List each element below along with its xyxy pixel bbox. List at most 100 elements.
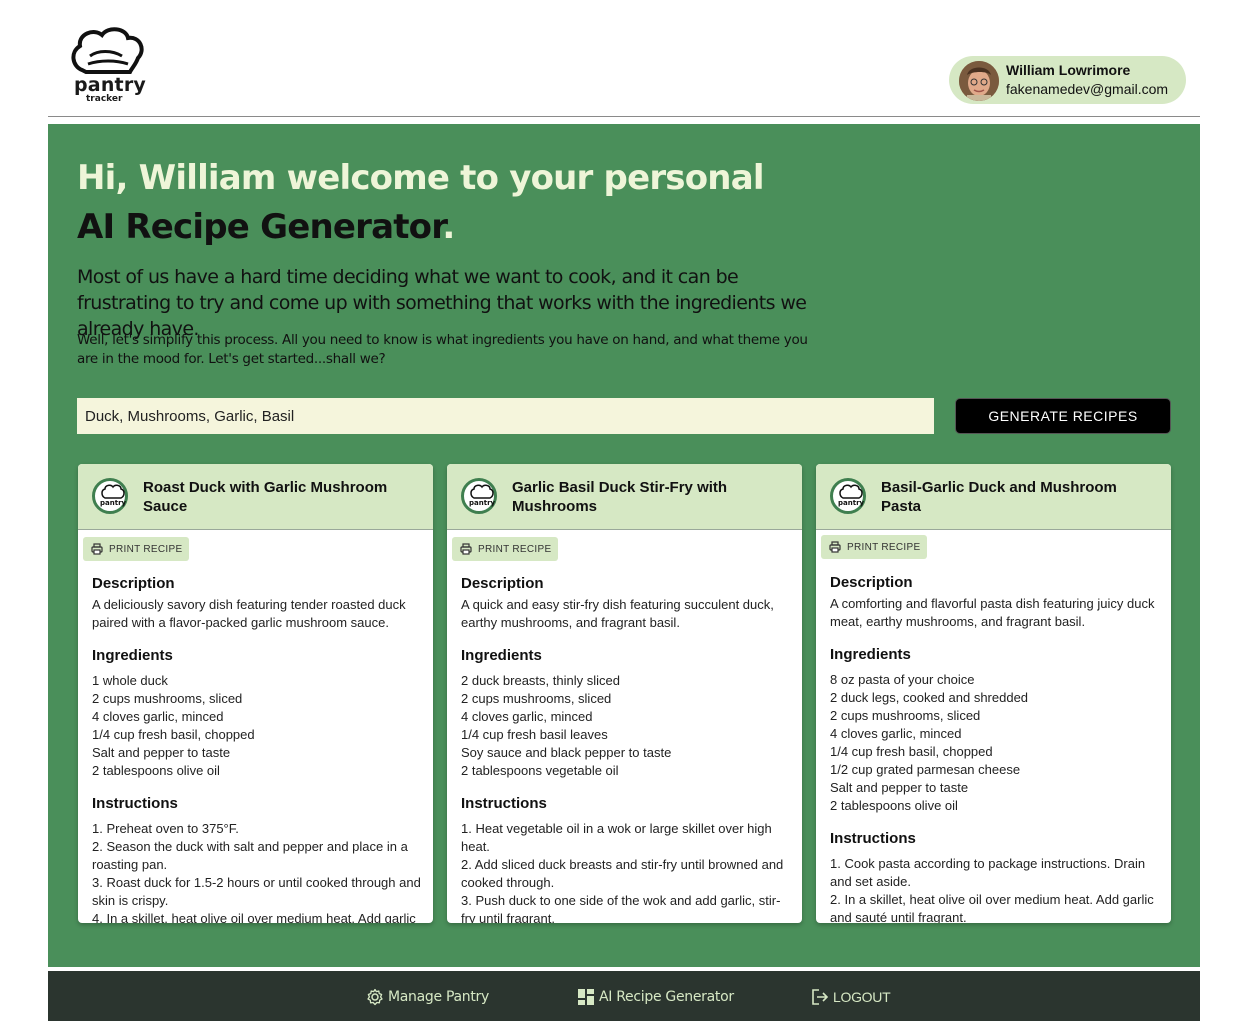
- list-item: 2 tablespoons olive oil: [830, 798, 958, 813]
- printer-icon: [460, 543, 472, 555]
- title-suffix: .: [442, 207, 455, 247]
- list-item: 2 duck legs, cooked and shredded: [830, 690, 1029, 705]
- list-item: 4 cloves garlic, minced: [461, 709, 593, 724]
- recipe-description: A comforting and flavorful pasta dish fe…: [830, 596, 1155, 629]
- list-item: 1/4 cup fresh basil, chopped: [92, 727, 255, 742]
- recipe-card-header: pantry Basil-Garlic Duck and Mushroom Pa…: [816, 464, 1171, 530]
- list-item: 2 duck breasts, thinly sliced: [461, 673, 620, 688]
- list-item: Salt and pepper to taste: [92, 745, 231, 760]
- pantry-tracker-logo[interactable]: pantry tracker: [68, 26, 148, 106]
- user-email: fakenamedev@gmail.com: [1006, 81, 1169, 97]
- list-item: Soy sauce and black pepper to taste: [461, 745, 672, 760]
- instructions-list: 1. Cook pasta according to package instr…: [830, 855, 1160, 923]
- print-label: PRINT RECIPE: [847, 541, 921, 553]
- list-item: 4 cloves garlic, minced: [92, 709, 224, 724]
- printer-icon: [91, 543, 103, 555]
- list-item: 1/2 cup grated parmesan cheese: [830, 762, 1021, 777]
- recipe-description: A deliciously savory dish featuring tend…: [92, 597, 406, 630]
- description-heading: Description: [830, 574, 913, 591]
- logo-text: pantry: [74, 74, 146, 96]
- recipe-description: A quick and easy stir-fry dish featuring…: [461, 597, 774, 630]
- list-item: 1. Cook pasta according to package instr…: [830, 856, 1146, 889]
- ingredients-input[interactable]: [77, 398, 934, 434]
- list-item: 1. Heat vegetable oil in a wok or large …: [461, 821, 772, 854]
- ingredients-heading: Ingredients: [92, 647, 173, 664]
- list-item: 3. Roast duck for 1.5-2 hours or until c…: [92, 875, 421, 908]
- logout-label: LOGOUT: [833, 989, 891, 1005]
- recipe-card-header: pantry Roast Duck with Garlic Mushroom S…: [78, 464, 433, 530]
- pantry-logo-icon: pantry: [92, 478, 128, 514]
- user-name: William Lowrimore: [1006, 62, 1131, 78]
- avatar: [959, 61, 999, 101]
- list-item: 2 cups mushrooms, sliced: [461, 691, 612, 706]
- list-item: 8 oz pasta of your choice: [830, 672, 975, 687]
- list-item: 4. In a skillet, heat olive oil over med…: [92, 911, 416, 923]
- logo-subtext: tracker: [86, 94, 123, 104]
- nav-ai-recipe-generator[interactable]: AI Recipe Generator: [577, 987, 734, 1007]
- recipe-card: pantry Roast Duck with Garlic Mushroom S…: [78, 464, 433, 923]
- list-item: 1. Preheat oven to 375°F.: [92, 821, 239, 836]
- print-recipe-button[interactable]: PRINT RECIPE: [821, 535, 928, 559]
- print-label: PRINT RECIPE: [109, 543, 183, 555]
- title-emphasis: AI Recipe Generator: [77, 207, 443, 247]
- recipe-body: Description A quick and easy stir-fry di…: [461, 575, 791, 923]
- pantry-logo-icon: pantry: [461, 478, 497, 514]
- print-recipe-button[interactable]: PRINT RECIPE: [452, 537, 559, 561]
- list-item: 2. Season the duck with salt and pepper …: [92, 839, 408, 872]
- logo-mini-text: pantry: [838, 499, 865, 507]
- list-item: 1/4 cup fresh basil leaves: [461, 727, 608, 742]
- ingredients-heading: Ingredients: [461, 647, 542, 664]
- list-item: 1 whole duck: [92, 673, 168, 688]
- description-heading: Description: [92, 575, 175, 592]
- list-item: 2 cups mushrooms, sliced: [830, 708, 981, 723]
- recipe-title: Roast Duck with Garlic Mushroom Sauce: [143, 479, 388, 515]
- instructions-heading: Instructions: [92, 795, 178, 812]
- gear-icon: [367, 988, 383, 1006]
- instructions-heading: Instructions: [461, 795, 547, 812]
- list-item: 4 cloves garlic, minced: [830, 726, 962, 741]
- recipe-body: Description A comforting and flavorful p…: [830, 574, 1160, 923]
- ingredients-list: 8 oz pasta of your choice 2 duck legs, c…: [830, 671, 1160, 815]
- page-title: Hi, William welcome to your personal AI …: [77, 154, 797, 252]
- bottom-nav: Manage Pantry AI Recipe Generator LOGOUT: [48, 971, 1200, 1021]
- print-label: PRINT RECIPE: [478, 543, 552, 555]
- logo-mini-text: pantry: [469, 499, 496, 507]
- ingredients-list: 2 duck breasts, thinly sliced 2 cups mus…: [461, 672, 791, 780]
- nav-manage-pantry[interactable]: Manage Pantry: [366, 987, 489, 1007]
- recipe-title: Garlic Basil Duck Stir-Fry with Mushroom…: [512, 479, 728, 515]
- logout-button[interactable]: LOGOUT: [811, 987, 891, 1007]
- app-header: pantry tracker William Lowrimore fakenam…: [48, 0, 1200, 117]
- recipe-card-header: pantry Garlic Basil Duck Stir-Fry with M…: [447, 464, 802, 530]
- list-item: 3. Push duck to one side of the wok and …: [461, 893, 781, 923]
- instructions-heading: Instructions: [830, 830, 916, 847]
- logout-icon: [812, 989, 829, 1005]
- generate-recipes-button[interactable]: GENERATE RECIPES: [955, 398, 1171, 434]
- nav-manage-pantry-label: Manage Pantry: [388, 989, 489, 1005]
- logo-mini-text: pantry: [100, 499, 127, 507]
- list-item: 2 tablespoons vegetable oil: [461, 763, 619, 778]
- nav-ai-recipe-generator-label: AI Recipe Generator: [599, 989, 734, 1005]
- recipe-generator-section: Hi, William welcome to your personal AI …: [48, 124, 1200, 967]
- ingredients-list: 1 whole duck 2 cups mushrooms, sliced 4 …: [92, 672, 422, 780]
- title-prefix: Hi, William welcome to your personal: [77, 158, 765, 198]
- list-item: 1/4 cup fresh basil, chopped: [830, 744, 993, 759]
- list-item: Salt and pepper to taste: [830, 780, 969, 795]
- printer-icon: [829, 541, 841, 553]
- chef-hat-icon: [71, 27, 144, 74]
- ingredients-heading: Ingredients: [830, 646, 911, 663]
- list-item: 2 tablespoons olive oil: [92, 763, 220, 778]
- list-item: 2 cups mushrooms, sliced: [92, 691, 243, 706]
- instructions-list: 1. Preheat oven to 375°F. 2. Season the …: [92, 820, 422, 923]
- recipe-title: Basil-Garlic Duck and Mushroom Pasta: [881, 479, 1117, 515]
- pantry-logo-icon: pantry: [830, 478, 866, 514]
- list-item: 2. In a skillet, heat olive oil over med…: [830, 892, 1154, 923]
- description-heading: Description: [461, 575, 544, 592]
- recipe-card: pantry Garlic Basil Duck Stir-Fry with M…: [447, 464, 802, 923]
- recipe-body: Description A deliciously savory dish fe…: [92, 575, 422, 923]
- dashboard-icon: [578, 989, 594, 1005]
- user-profile-chip[interactable]: William Lowrimore fakenamedev@gmail.com: [949, 56, 1186, 104]
- print-recipe-button[interactable]: PRINT RECIPE: [83, 537, 190, 561]
- list-item: 2. Add sliced duck breasts and stir-fry …: [461, 857, 784, 890]
- instructions-list: 1. Heat vegetable oil in a wok or large …: [461, 820, 791, 923]
- hero-note: Well, let's simplify this process. All y…: [77, 332, 808, 367]
